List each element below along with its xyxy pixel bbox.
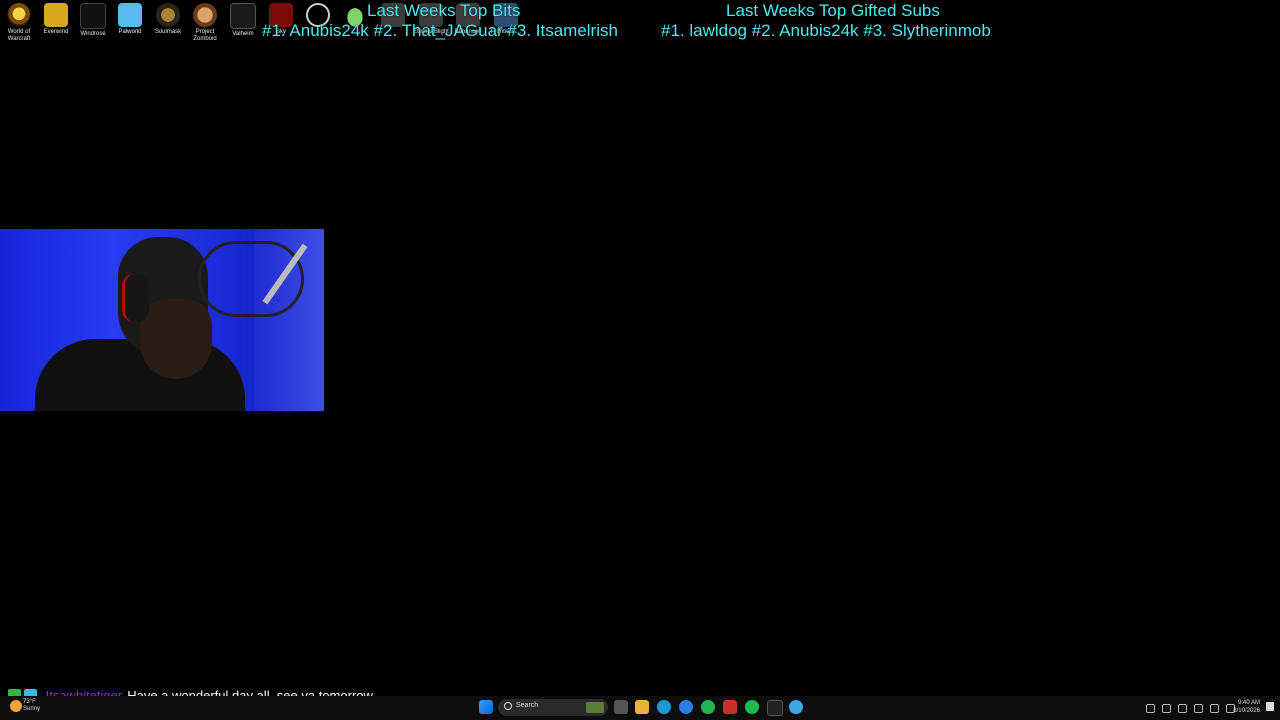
microphone-icon — [198, 241, 304, 317]
webcam-feed — [0, 229, 324, 411]
desktop-icon-windrose[interactable]: Windrose — [74, 3, 112, 38]
wifi-icon[interactable] — [1210, 704, 1219, 713]
windrose-icon — [80, 3, 106, 29]
taskbar: 73°F Sunny Search 9:40 AM 8/10/2026 — [0, 696, 1280, 720]
clock[interactable]: 9:40 AM 8/10/2026 — [1233, 699, 1260, 715]
weather-temp: 73°F — [23, 699, 36, 705]
top-gifted-subs-list: #1. lawldog #2. Anubis24k #3. Slytherinm… — [661, 21, 991, 40]
sun-icon[interactable] — [10, 700, 22, 712]
notification-icon[interactable] — [1266, 702, 1274, 711]
desktop-icon-label: Palworld — [118, 29, 142, 35]
task-view-icon[interactable] — [614, 700, 628, 714]
chevron-up-icon[interactable] — [1146, 704, 1155, 713]
palworld-icon — [118, 3, 142, 27]
project-zomboid-icon — [193, 3, 217, 27]
start-icon[interactable] — [479, 700, 493, 714]
everwind-icon — [44, 3, 68, 27]
clock-time: 9:40 AM — [1237, 700, 1260, 706]
file-explorer-icon[interactable] — [635, 700, 649, 714]
desktop-icon-world-of-warcraft[interactable]: World of Warcraft — [0, 3, 38, 43]
desktop-icon-palworld[interactable]: Palworld — [111, 3, 149, 36]
clock-date: 8/10/2026 — [1233, 708, 1260, 714]
cloud-icon[interactable] — [1178, 704, 1187, 713]
app-icon-red[interactable] — [723, 700, 737, 714]
desktop-icon-label: Everwind — [43, 29, 69, 35]
network-app-icon[interactable] — [1162, 704, 1171, 713]
desktop-icon-project-zomboid[interactable]: Project Zomboid — [186, 3, 224, 43]
app-icon-green[interactable] — [701, 700, 715, 714]
desktop-icon-soulmask[interactable]: Soulmask — [149, 3, 187, 36]
desktop-icon-everwind[interactable]: Everwind — [37, 3, 75, 36]
top-gifted-subs-title: Last Weeks Top Gifted Subs — [726, 1, 940, 20]
weather-widget[interactable]: 73°F Sunny — [23, 699, 63, 713]
desktop-icon-label: Windrose — [80, 31, 106, 37]
browser-icon[interactable] — [679, 700, 693, 714]
edge-icon[interactable] — [657, 700, 671, 714]
weather-desc: Sunny — [23, 706, 41, 712]
desktop-icon-label: Valheim — [232, 31, 254, 37]
top-bits-title: Last Weeks Top Bits — [367, 1, 521, 20]
search-icon — [504, 702, 512, 710]
tiktok-icon[interactable] — [767, 700, 783, 716]
spotify-icon[interactable] — [745, 700, 759, 714]
desktop-icon-valheim[interactable]: Valheim — [224, 3, 262, 38]
soulmask-icon — [156, 3, 180, 27]
search-highlight-icon — [586, 702, 604, 713]
world-of-warcraft-icon — [7, 3, 31, 27]
valheim-icon — [230, 3, 256, 29]
desktop-icon-label: Project Zomboid — [193, 29, 217, 42]
desktop-icon-label: Soulmask — [154, 29, 182, 35]
headphones-icon — [122, 274, 149, 322]
search-placeholder: Search — [516, 702, 539, 709]
app-icon-blue[interactable] — [789, 700, 803, 714]
desktop-icon-label: World of Warcraft — [7, 29, 31, 42]
top-bits-list: #1. Anubis24k #2. That_JAGuar #3. Itsame… — [262, 21, 618, 40]
search-input[interactable]: Search — [498, 699, 608, 716]
microphone-tray-icon[interactable] — [1194, 704, 1203, 713]
